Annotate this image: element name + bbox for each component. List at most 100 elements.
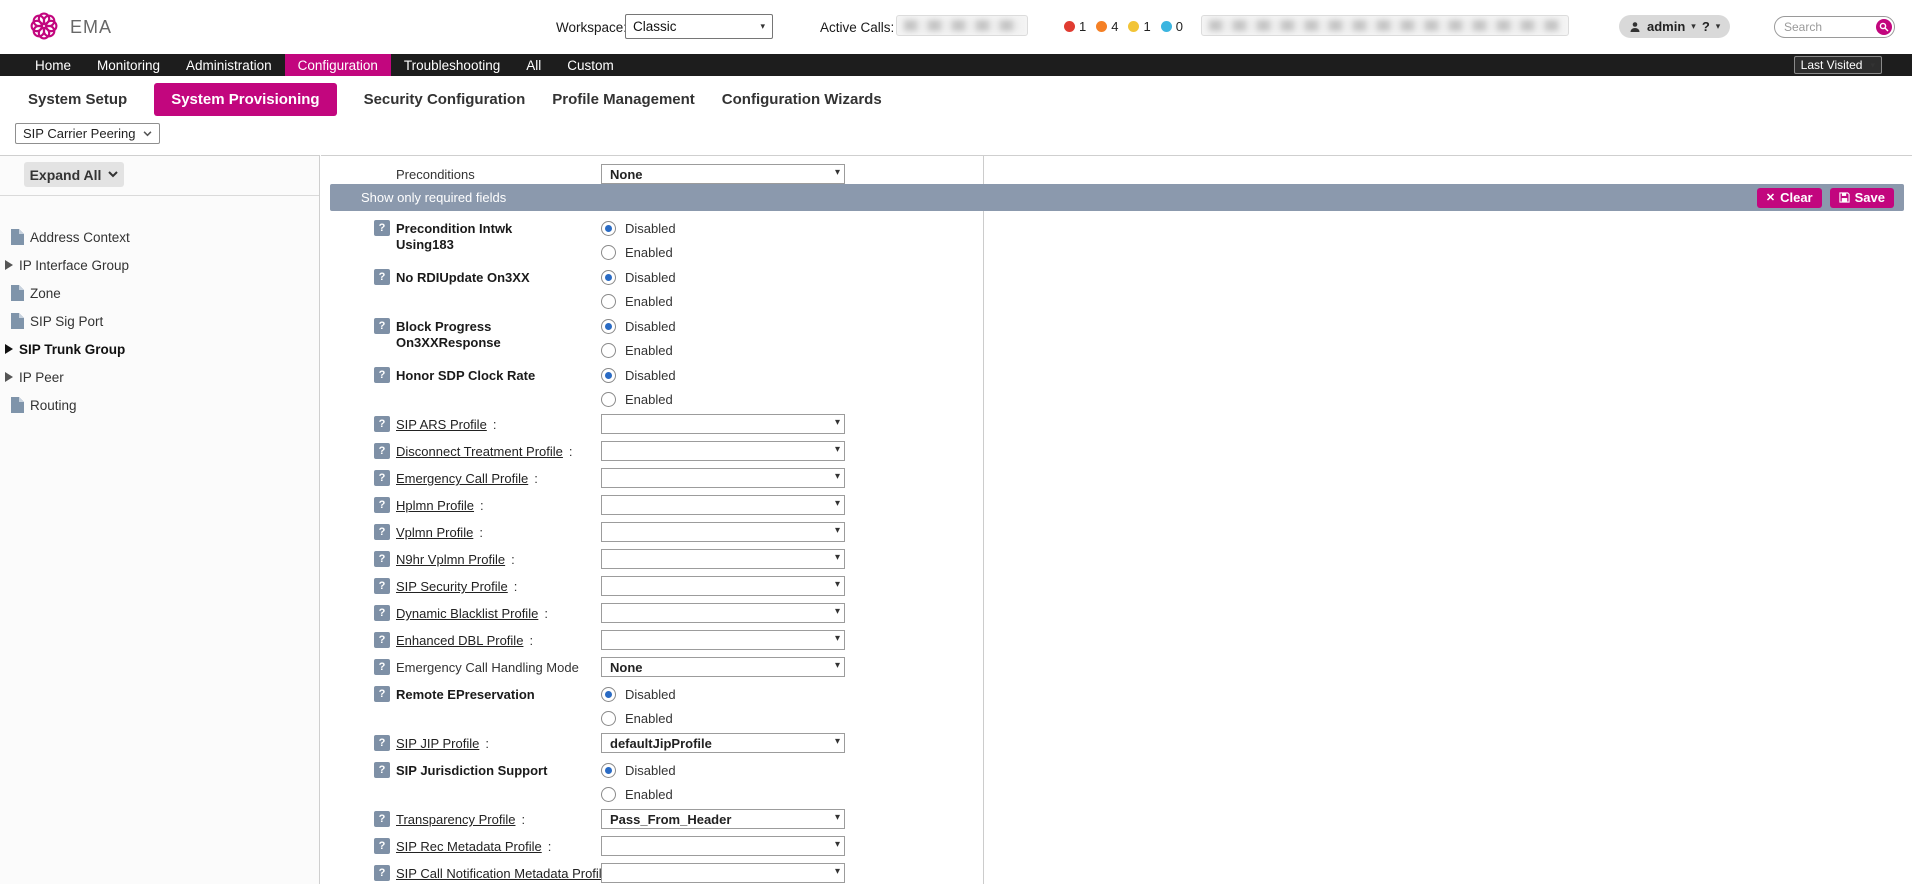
radio-button[interactable] — [601, 711, 616, 726]
radio-button[interactable] — [601, 787, 616, 802]
dropdown-n9hr-vplmn-profile[interactable]: ▾ — [601, 549, 845, 569]
sidebar-item-ip-interface-group[interactable]: IP Interface Group — [0, 251, 319, 279]
alarm-summary[interactable]: 1410 — [1064, 19, 1183, 34]
alarm-major[interactable]: 4 — [1096, 19, 1118, 34]
dropdown-preconditions[interactable]: None▾ — [601, 164, 845, 184]
dropdown-transparency-profile[interactable]: Pass_From_Header▾ — [601, 809, 845, 829]
help-icon[interactable]: ? — [374, 367, 390, 383]
dropdown-vplmn-profile[interactable]: ▾ — [601, 522, 845, 542]
help-icon[interactable]: ? — [374, 811, 390, 827]
radio-button[interactable] — [601, 687, 616, 702]
nav-item-configuration[interactable]: Configuration — [285, 54, 391, 76]
dropdown-sip-security-profile[interactable]: ▾ — [601, 576, 845, 596]
workspace-select[interactable]: Classic ▾ — [625, 14, 773, 39]
dropdown-emergency-call-profile[interactable]: ▾ — [601, 468, 845, 488]
field-label-link[interactable]: SIP JIP Profile — [396, 735, 479, 752]
field-label-link[interactable]: SIP Call Notification Metadata Profile — [396, 865, 609, 882]
radio-button[interactable] — [601, 763, 616, 778]
search-icon[interactable] — [1876, 19, 1892, 35]
show-required-link[interactable]: Show only required fields — [361, 190, 506, 205]
alarm-minor[interactable]: 1 — [1128, 19, 1150, 34]
radio-button[interactable] — [601, 294, 616, 309]
last-visited-select[interactable]: Last Visited ▾ — [1794, 56, 1882, 74]
radio-option-enabled[interactable]: Enabled — [601, 706, 676, 730]
help-icon[interactable]: ? — [374, 865, 390, 881]
dropdown-dynamic-blacklist-profile[interactable]: ▾ — [601, 603, 845, 623]
help-icon[interactable]: ? — [374, 686, 390, 702]
expand-all-button[interactable]: Expand All — [24, 162, 124, 187]
radio-button[interactable] — [601, 392, 616, 407]
radio-option-disabled[interactable]: Disabled — [601, 363, 676, 387]
alarm-informational[interactable]: 0 — [1161, 19, 1183, 34]
subnav-tab-configuration-wizards[interactable]: Configuration Wizards — [722, 91, 882, 108]
help-icon[interactable]: ? — [374, 497, 390, 513]
user-menu[interactable]: admin ▾ ? ▾ — [1619, 15, 1730, 38]
help-icon[interactable]: ? — [374, 524, 390, 540]
nav-item-troubleshooting[interactable]: Troubleshooting — [391, 54, 513, 76]
radio-option-disabled[interactable]: Disabled — [601, 216, 676, 240]
nav-item-administration[interactable]: Administration — [173, 54, 285, 76]
subnav-tab-security-configuration[interactable]: Security Configuration — [364, 91, 526, 108]
field-label-link[interactable]: SIP Rec Metadata Profile — [396, 838, 542, 855]
context-select[interactable]: SIP Carrier Peering — [15, 123, 160, 144]
subnav-tab-system-provisioning[interactable]: System Provisioning — [154, 83, 336, 116]
radio-option-enabled[interactable]: Enabled — [601, 782, 676, 806]
field-label-link[interactable]: Enhanced DBL Profile — [396, 632, 523, 649]
field-label-link[interactable]: Emergency Call Profile — [396, 470, 528, 487]
field-label-link[interactable]: SIP ARS Profile — [396, 416, 487, 433]
dropdown-hplmn-profile[interactable]: ▾ — [601, 495, 845, 515]
radio-option-disabled[interactable]: Disabled — [601, 265, 676, 289]
radio-button[interactable] — [601, 319, 616, 334]
radio-option-disabled[interactable]: Disabled — [601, 314, 676, 338]
help-icon[interactable]: ? — [374, 470, 390, 486]
help-icon[interactable]: ? — [374, 762, 390, 778]
help-icon[interactable]: ? — [374, 735, 390, 751]
sidebar-item-sip-trunk-group[interactable]: SIP Trunk Group — [0, 335, 319, 363]
nav-item-custom[interactable]: Custom — [554, 54, 627, 76]
sidebar-item-address-context[interactable]: Address Context — [0, 223, 319, 251]
save-button[interactable]: Save — [1830, 188, 1894, 208]
alarm-critical[interactable]: 1 — [1064, 19, 1086, 34]
help-icon[interactable]: ? — [374, 578, 390, 594]
radio-button[interactable] — [601, 221, 616, 236]
help-icon[interactable]: ? — [374, 659, 390, 675]
help-icon[interactable]: ? — [374, 318, 390, 334]
field-label-link[interactable]: Vplmn Profile — [396, 524, 473, 541]
radio-option-enabled[interactable]: Enabled — [601, 289, 676, 313]
help-icon[interactable]: ? — [374, 220, 390, 236]
sidebar-item-zone[interactable]: Zone — [0, 279, 319, 307]
help-icon[interactable]: ? — [374, 838, 390, 854]
radio-option-enabled[interactable]: Enabled — [601, 387, 676, 411]
dropdown-disconnect-treatment-profile[interactable]: ▾ — [601, 441, 845, 461]
sidebar-item-ip-peer[interactable]: IP Peer — [0, 363, 319, 391]
nav-item-monitoring[interactable]: Monitoring — [84, 54, 173, 76]
help-icon[interactable]: ? — [374, 416, 390, 432]
search-input[interactable] — [1784, 19, 1869, 35]
clear-button[interactable]: ✕ Clear — [1757, 188, 1822, 208]
nav-item-all[interactable]: All — [513, 54, 554, 76]
field-label-link[interactable]: Hplmn Profile — [396, 497, 474, 514]
dropdown-enhanced-dbl-profile[interactable]: ▾ — [601, 630, 845, 650]
help-icon[interactable]: ? — [374, 443, 390, 459]
help-button[interactable]: ? — [1702, 19, 1710, 34]
field-label-link[interactable]: N9hr Vplmn Profile — [396, 551, 505, 568]
help-icon[interactable]: ? — [374, 632, 390, 648]
radio-option-disabled[interactable]: Disabled — [601, 758, 676, 782]
radio-option-enabled[interactable]: Enabled — [601, 240, 676, 264]
radio-option-disabled[interactable]: Disabled — [601, 682, 676, 706]
dropdown-sip-call-notification-metadata-profile[interactable]: ▾ — [601, 863, 845, 883]
sidebar-item-sip-sig-port[interactable]: SIP Sig Port — [0, 307, 319, 335]
dropdown-emergency-call-handling-mode[interactable]: None▾ — [601, 657, 845, 677]
help-icon[interactable]: ? — [374, 551, 390, 567]
help-icon[interactable]: ? — [374, 269, 390, 285]
subnav-tab-profile-management[interactable]: Profile Management — [552, 91, 695, 108]
radio-option-enabled[interactable]: Enabled — [601, 338, 676, 362]
field-label-link[interactable]: SIP Security Profile — [396, 578, 508, 595]
dropdown-sip-rec-metadata-profile[interactable]: ▾ — [601, 836, 845, 856]
radio-button[interactable] — [601, 368, 616, 383]
subnav-tab-system-setup[interactable]: System Setup — [28, 91, 127, 108]
radio-button[interactable] — [601, 343, 616, 358]
dropdown-sip-ars-profile[interactable]: ▾ — [601, 414, 845, 434]
dropdown-sip-jip-profile[interactable]: defaultJipProfile▾ — [601, 733, 845, 753]
field-label-link[interactable]: Disconnect Treatment Profile — [396, 443, 563, 460]
